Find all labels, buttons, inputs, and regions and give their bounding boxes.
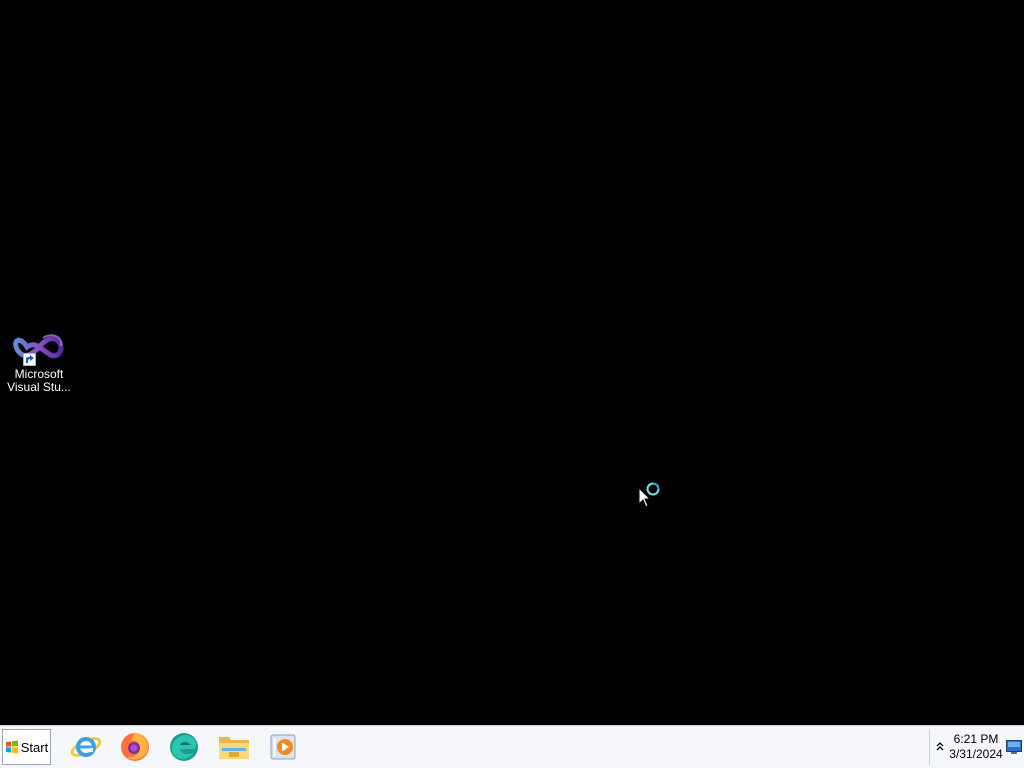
show-hidden-icons-chevron-icon[interactable] <box>932 729 948 765</box>
visual-studio-infinity-icon <box>13 328 65 366</box>
desktop-icon-visual-studio[interactable]: Microsoft Visual Stu... <box>2 328 76 394</box>
windows-logo-icon <box>5 740 18 754</box>
file-explorer-icon <box>219 737 249 759</box>
media-player-icon <box>270 734 296 760</box>
tray-clock[interactable]: 6:21 PM 3/31/2024 <box>948 732 1004 762</box>
clock-time: 6:21 PM <box>953 732 999 746</box>
shortcut-arrow-icon <box>23 353 36 366</box>
taskbar: Start 6:21 PM 3/31/2024 <box>0 725 1024 768</box>
busy-cursor-icon <box>638 482 660 508</box>
desktop-icon-label: Microsoft Visual Stu... <box>7 367 71 394</box>
system-tray: 6:21 PM 3/31/2024 <box>929 729 1024 765</box>
clock-date: 3/31/2024 <box>949 747 1003 761</box>
taskbar-edge[interactable] <box>162 729 206 765</box>
taskbar-file-explorer[interactable] <box>212 729 256 765</box>
firefox-icon <box>121 733 149 761</box>
edge-icon <box>170 733 198 761</box>
taskbar-media-player[interactable] <box>261 729 305 765</box>
show-desktop-monitor-icon[interactable] <box>1006 740 1022 754</box>
start-button[interactable]: Start <box>2 729 51 765</box>
taskbar-firefox[interactable] <box>113 729 157 765</box>
desktop[interactable]: Microsoft Visual Stu... <box>0 0 1024 725</box>
internet-explorer-icon <box>70 737 102 757</box>
taskbar-internet-explorer[interactable] <box>64 729 108 765</box>
start-label: Start <box>20 739 49 755</box>
